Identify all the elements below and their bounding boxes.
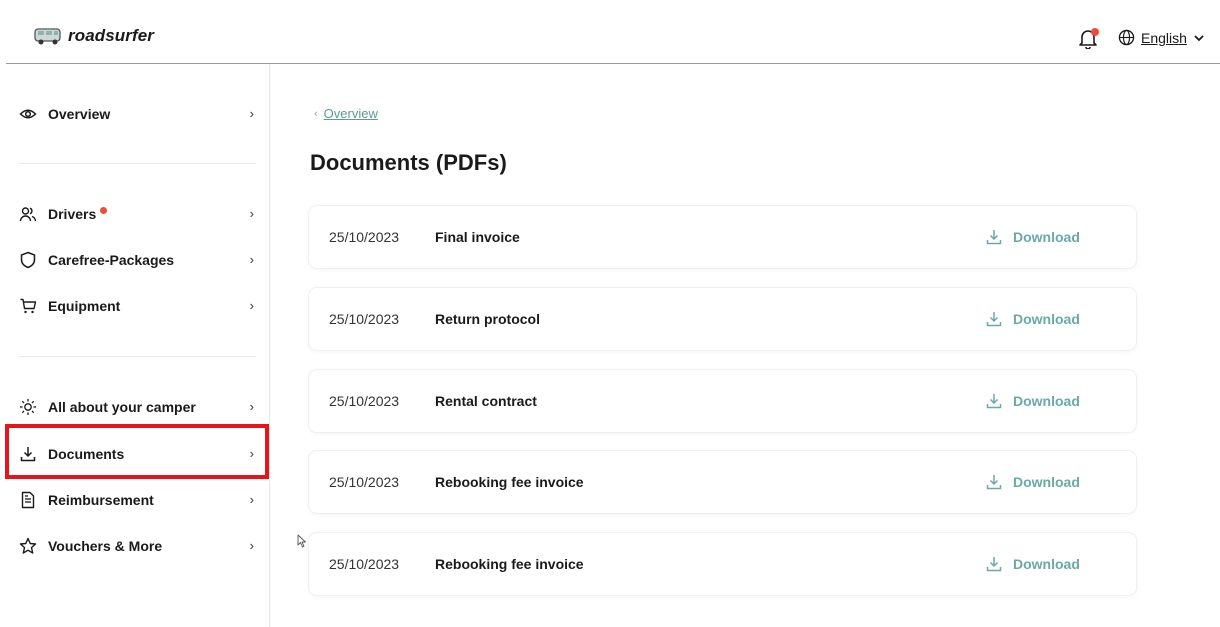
- chevron-right-icon: ›: [249, 252, 254, 267]
- download-button[interactable]: Download: [985, 392, 1080, 410]
- sidebar-item-label: Drivers: [48, 206, 97, 222]
- chevron-right-icon: ›: [249, 399, 254, 414]
- sidebar-item-label: Vouchers & More: [48, 538, 163, 554]
- document-name: Final invoice: [435, 229, 520, 245]
- sidebar-item-equipment[interactable]: Equipment ›: [18, 292, 254, 320]
- download-label: Download: [1013, 556, 1080, 572]
- language-label: English: [1141, 29, 1187, 46]
- download-icon: [986, 394, 1002, 409]
- sidebar-item-drivers[interactable]: Drivers ›: [18, 200, 254, 228]
- document-row: 25/10/2023 Rental contract Download: [309, 370, 1136, 432]
- eye-icon: [18, 104, 38, 124]
- globe-icon: [1118, 29, 1135, 46]
- sidebar-item-vouchers-and-more[interactable]: Vouchers & More ›: [18, 532, 254, 560]
- sidebar-item-label: Reimbursement: [48, 492, 154, 508]
- download-button[interactable]: Download: [985, 310, 1080, 328]
- document-name: Rebooking fee invoice: [435, 474, 584, 490]
- document-row: 25/10/2023 Rebooking fee invoice Downloa…: [309, 451, 1136, 513]
- download-label: Download: [1013, 311, 1080, 327]
- sidebar-divider: [18, 163, 256, 164]
- brand-name: roadsurfer: [68, 26, 155, 45]
- document-date: 25/10/2023: [329, 393, 400, 409]
- download-label: Download: [1013, 229, 1080, 245]
- breadcrumb-link-overview[interactable]: Overview: [324, 106, 378, 121]
- document-name: Rental contract: [435, 393, 537, 409]
- download-button[interactable]: Download: [985, 555, 1080, 573]
- download-icon: [986, 230, 1002, 245]
- download-label: Download: [1013, 474, 1080, 490]
- shield-icon: [18, 250, 38, 270]
- chevron-right-icon: ›: [249, 492, 254, 507]
- sidebar-item-label: Equipment: [48, 298, 121, 314]
- cart-icon: [18, 296, 38, 316]
- chevron-right-icon: ›: [249, 206, 254, 221]
- sidebar-item-all-about-your-camper[interactable]: All about your camper ›: [18, 393, 254, 421]
- sidebar-divider: [18, 356, 256, 357]
- document-row: 25/10/2023 Final invoice Download: [309, 206, 1136, 268]
- star-icon: [18, 536, 38, 556]
- chevron-left-icon: ‹: [314, 107, 318, 120]
- document-date: 25/10/2023: [329, 229, 400, 245]
- sidebar-item-overview[interactable]: Overview ›: [18, 100, 254, 128]
- chevron-down-icon: [1194, 34, 1204, 41]
- notification-dot: [1091, 28, 1099, 36]
- document-row: 25/10/2023 Return protocol Download: [309, 288, 1136, 350]
- sidebar-item-carefree-packages[interactable]: Carefree-Packages ›: [18, 246, 254, 274]
- language-selector[interactable]: English: [1118, 29, 1205, 46]
- file-text-icon: [18, 490, 38, 510]
- download-button[interactable]: Download: [985, 228, 1080, 246]
- download-button[interactable]: Download: [985, 473, 1080, 491]
- mouse-cursor-icon: [297, 534, 306, 548]
- sidebar-item-label: Carefree-Packages: [48, 252, 175, 268]
- document-date: 25/10/2023: [329, 311, 400, 327]
- brand-logo[interactable]: roadsurfer: [34, 26, 154, 46]
- breadcrumb[interactable]: ‹ Overview: [314, 106, 378, 121]
- notification-dot: [100, 206, 108, 214]
- document-row: 25/10/2023 Rebooking fee invoice Downloa…: [309, 533, 1136, 595]
- document-name: Return protocol: [435, 311, 540, 327]
- top-header: roadsurfer English: [0, 0, 1220, 64]
- chevron-right-icon: ›: [249, 106, 254, 121]
- page-title: Documents (PDFs): [310, 150, 507, 175]
- sidebar-item-label: All about your camper: [48, 399, 196, 415]
- chevron-right-icon: ›: [249, 298, 254, 313]
- sidebar-item-reimbursement[interactable]: Reimbursement ›: [18, 486, 254, 514]
- document-date: 25/10/2023: [329, 474, 400, 490]
- download-icon: [986, 312, 1002, 327]
- sidebar: Overview › Drivers › Carefree-Packages ›…: [0, 64, 270, 627]
- chevron-right-icon: ›: [249, 538, 254, 553]
- sidebar-item-label: Overview: [48, 106, 111, 122]
- selection-highlight: [5, 424, 269, 479]
- bulb-icon: [18, 397, 38, 417]
- van-icon: [34, 28, 61, 45]
- download-icon: [986, 557, 1002, 572]
- document-name: Rebooking fee invoice: [435, 556, 584, 572]
- download-icon: [986, 475, 1002, 490]
- users-icon: [18, 204, 38, 224]
- document-date: 25/10/2023: [329, 556, 400, 572]
- download-label: Download: [1013, 393, 1080, 409]
